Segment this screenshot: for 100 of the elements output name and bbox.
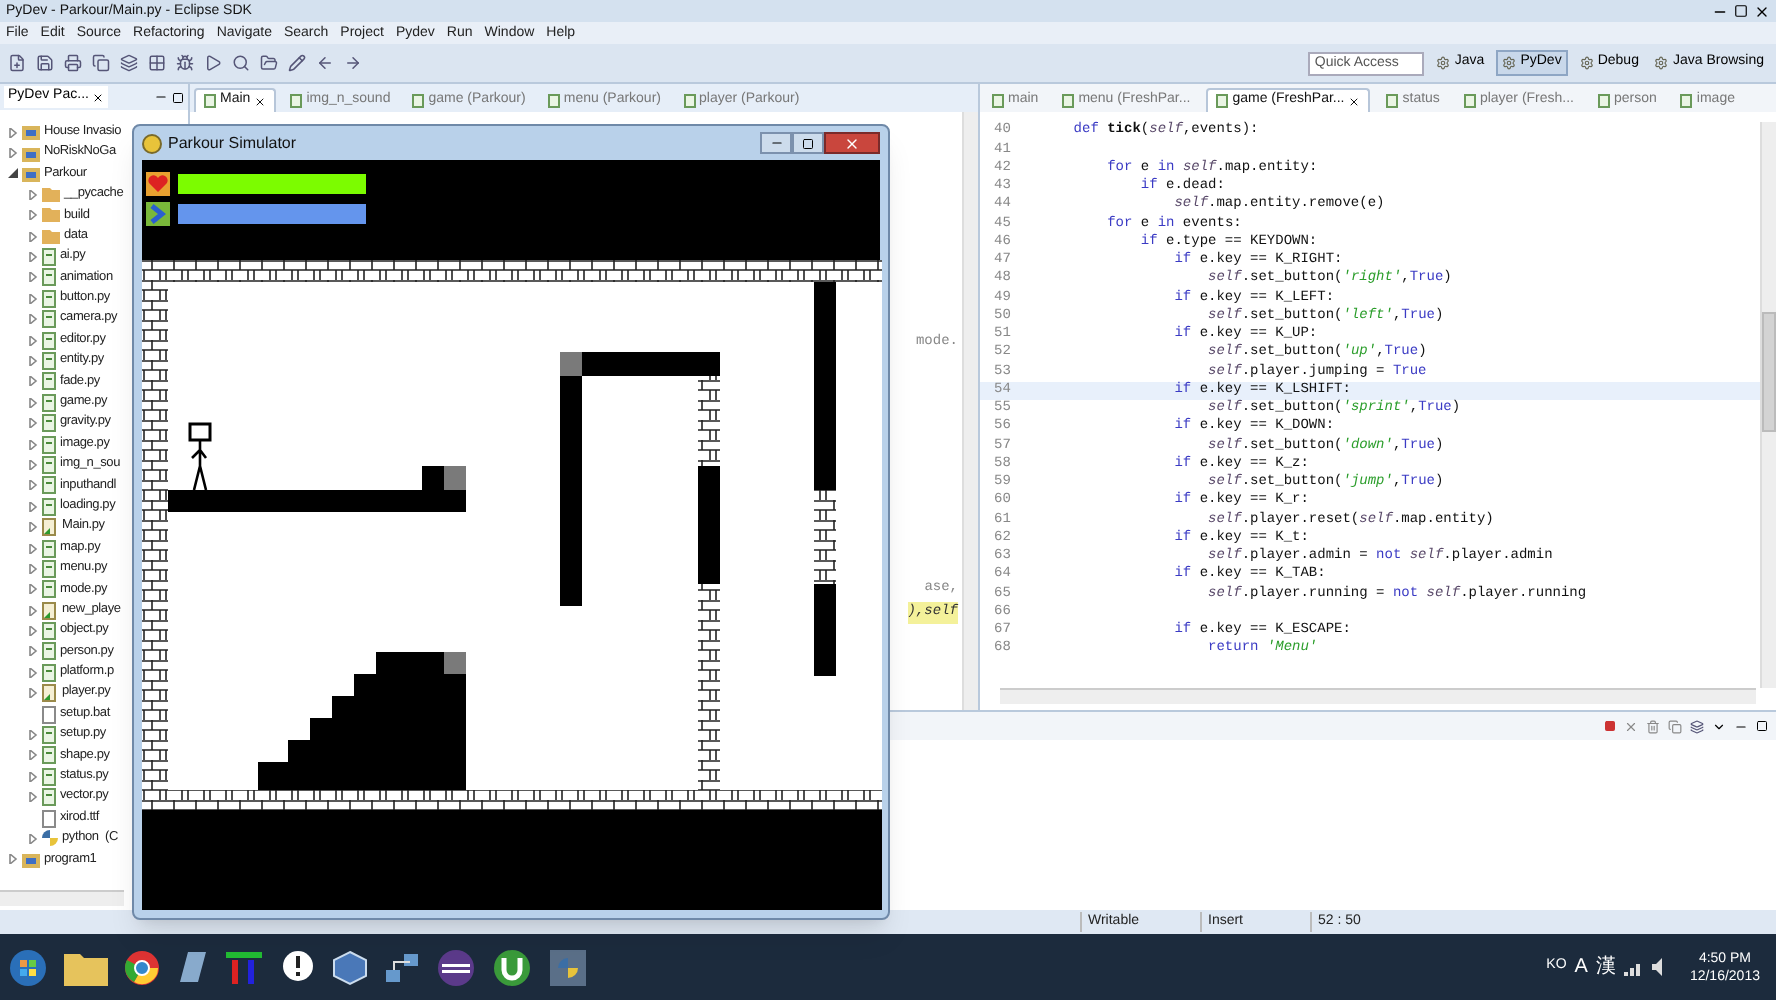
collapsed-arrow-icon[interactable] <box>27 626 37 637</box>
collapsed-arrow-icon[interactable] <box>27 189 37 200</box>
minimize-icon[interactable] <box>154 90 168 104</box>
collapsed-arrow-icon[interactable] <box>27 314 37 325</box>
python-logo-icon <box>42 830 58 847</box>
collapsed-arrow-icon[interactable] <box>27 293 37 304</box>
minimize-icon <box>769 136 783 150</box>
file-icon <box>1598 93 1611 107</box>
file-icon <box>1062 93 1075 107</box>
file-icon <box>412 93 425 107</box>
collapsed-arrow-icon[interactable] <box>27 563 37 574</box>
file-icon <box>204 94 216 108</box>
grid-icon[interactable] <box>148 54 166 72</box>
collapsed-arrow-icon[interactable] <box>27 355 37 366</box>
cube-icon[interactable] <box>332 949 368 985</box>
close-icon[interactable] <box>1754 3 1770 19</box>
project-folder-icon <box>22 851 40 868</box>
horizontal-scrollbar[interactable] <box>1000 688 1756 704</box>
back-icon[interactable] <box>316 54 334 72</box>
vertical-scrollbar[interactable] <box>962 112 978 710</box>
pencil-icon[interactable] <box>288 54 306 72</box>
layers-icon[interactable] <box>1690 719 1704 733</box>
file-icon <box>42 705 56 724</box>
network-signal-icon[interactable] <box>1623 958 1644 976</box>
collapsed-arrow-icon[interactable] <box>27 730 37 741</box>
save-icon[interactable] <box>36 54 54 72</box>
collapsed-arrow-icon[interactable] <box>27 605 37 616</box>
python-main-file-icon <box>42 601 58 620</box>
copy-icon[interactable] <box>1668 719 1682 733</box>
torrent-icon[interactable] <box>492 947 532 987</box>
scrollbar-thumb[interactable] <box>1762 312 1776 432</box>
collapsed-arrow-icon[interactable] <box>27 522 37 533</box>
collapsed-arrow-icon[interactable] <box>27 459 37 470</box>
maximize-icon[interactable] <box>1734 3 1748 17</box>
run-icon[interactable] <box>204 54 222 72</box>
close-icon[interactable] <box>92 91 105 103</box>
ime-indicator[interactable]: A <box>1574 957 1588 977</box>
collapsed-arrow-icon[interactable] <box>27 646 37 657</box>
collapsed-arrow-icon[interactable] <box>7 127 17 138</box>
layers-icon[interactable] <box>120 54 138 72</box>
stop-icon[interactable] <box>1604 720 1616 732</box>
collapsed-arrow-icon[interactable] <box>27 480 37 491</box>
file-icon <box>992 93 1004 107</box>
arrow-icon <box>146 202 170 226</box>
collapsed-arrow-icon[interactable] <box>27 335 37 346</box>
perspective-icon <box>1436 56 1451 70</box>
collapsed-arrow-icon[interactable] <box>27 771 37 782</box>
search-icon[interactable] <box>232 54 250 72</box>
folder-icon[interactable] <box>64 949 108 985</box>
start-button[interactable] <box>8 947 48 987</box>
collapsed-arrow-icon[interactable] <box>27 231 37 242</box>
file-icon <box>1386 93 1399 107</box>
collapsed-arrow-icon[interactable] <box>27 688 37 699</box>
new-file-icon[interactable] <box>8 54 26 72</box>
collapsed-arrow-icon[interactable] <box>27 439 37 450</box>
collapsed-arrow-icon[interactable] <box>27 543 37 553</box>
forward-icon[interactable] <box>344 54 362 72</box>
vertical-scrollbar[interactable] <box>1760 122 1776 688</box>
collapsed-arrow-icon[interactable] <box>7 854 17 865</box>
expanded-arrow-icon[interactable] <box>7 168 17 179</box>
python-main-file-icon <box>42 518 58 537</box>
open-folder-icon[interactable] <box>260 54 278 72</box>
collapsed-arrow-icon[interactable] <box>27 667 37 678</box>
ime-indicator[interactable]: 漢 <box>1595 957 1616 977</box>
collapsed-arrow-icon[interactable] <box>27 376 37 387</box>
maximize-button[interactable] <box>792 132 824 154</box>
collapsed-arrow-icon[interactable] <box>27 584 37 595</box>
collapsed-arrow-icon[interactable] <box>27 418 37 429</box>
collapsed-arrow-icon[interactable] <box>27 750 37 761</box>
close-icon[interactable] <box>1348 95 1361 107</box>
copy-icon[interactable] <box>92 54 110 72</box>
eclipse-icon[interactable] <box>436 947 476 987</box>
close-icon[interactable] <box>254 95 267 107</box>
collapsed-arrow-icon[interactable] <box>27 397 37 408</box>
network-icon[interactable] <box>384 949 420 985</box>
maximize-icon[interactable] <box>1756 720 1768 732</box>
file-icon <box>42 809 56 828</box>
collapsed-arrow-icon[interactable] <box>27 252 37 263</box>
collapsed-arrow-icon[interactable] <box>27 833 37 844</box>
perspective-icon <box>1502 56 1517 70</box>
minimize-button[interactable] <box>760 132 792 154</box>
trash-icon[interactable] <box>1646 719 1660 733</box>
speech-bubble-icon[interactable] <box>280 949 316 985</box>
perspective-icon <box>1579 56 1594 70</box>
python-app-icon[interactable] <box>548 947 588 987</box>
close-button[interactable] <box>824 132 880 154</box>
browser-icon[interactable] <box>124 949 160 985</box>
app-logo-icon[interactable] <box>224 949 264 985</box>
file-icon <box>683 93 695 107</box>
collapsed-arrow-icon[interactable] <box>27 501 37 512</box>
collapsed-arrow-icon[interactable] <box>27 792 37 803</box>
dropdown-icon[interactable] <box>1712 719 1726 733</box>
collapsed-arrow-icon[interactable] <box>7 148 17 159</box>
debug-icon[interactable] <box>176 54 194 72</box>
collapsed-arrow-icon[interactable] <box>27 272 37 283</box>
file-icon <box>1216 94 1229 108</box>
print-icon[interactable] <box>64 54 82 72</box>
maximize-icon[interactable] <box>172 91 184 103</box>
collapsed-arrow-icon[interactable] <box>27 210 37 221</box>
horizontal-scrollbar[interactable] <box>0 890 124 906</box>
